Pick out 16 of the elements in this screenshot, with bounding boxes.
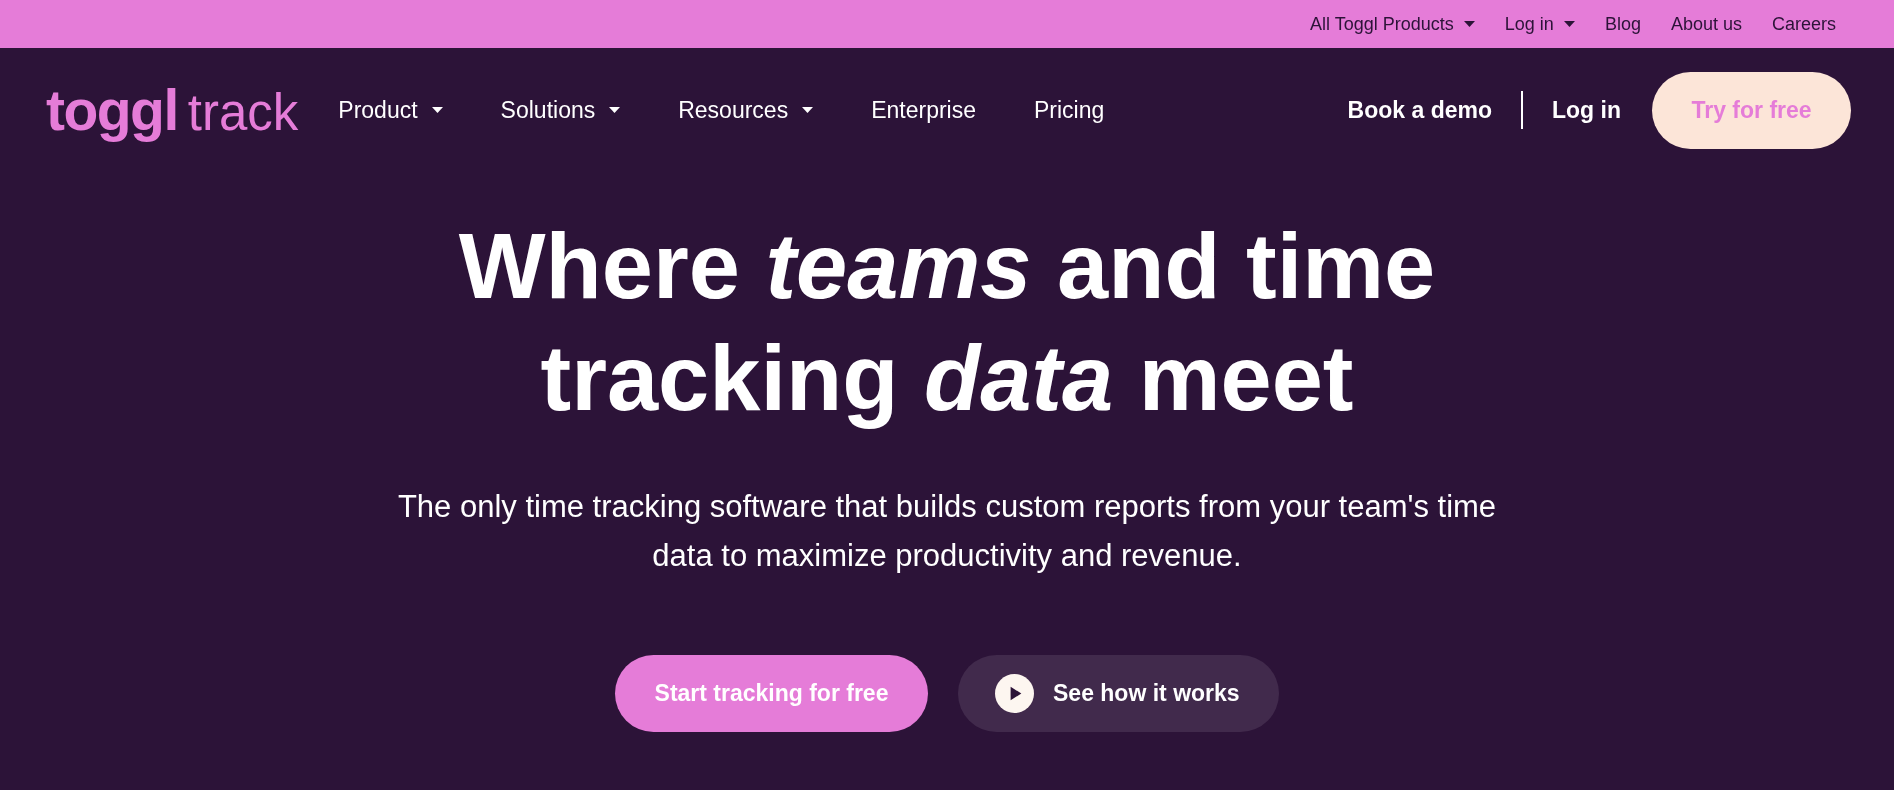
book-demo-link[interactable]: Book a demo [1347, 96, 1492, 124]
top-bar-link[interactable]: All Toggl Products [1310, 13, 1475, 35]
nav-link[interactable]: Resources [678, 96, 814, 124]
top-bar-link[interactable]: About us [1670, 13, 1742, 35]
top-bar-link[interactable]: Careers [1771, 13, 1836, 35]
nav-link[interactable]: Product [338, 96, 443, 124]
subtitle: The only time tracking software that builds custom reports from your team's time data to maximize productivity and revenue. [396, 488, 1498, 575]
play-icon [995, 674, 1034, 713]
login-link[interactable]: Log in [1552, 96, 1621, 124]
nav-link[interactable]: Enterprise [871, 96, 976, 124]
nav-link[interactable]: Pricing [1034, 96, 1105, 124]
top-bar-link[interactable]: Blog [1604, 13, 1641, 35]
nav-link[interactable]: Solutions [500, 96, 621, 124]
top-bar-link[interactable]: Log in [1504, 13, 1575, 35]
see-how-it-works-button[interactable]: See how it works [958, 655, 1279, 732]
headline: Where teams and time tracking data meet [457, 214, 1437, 431]
